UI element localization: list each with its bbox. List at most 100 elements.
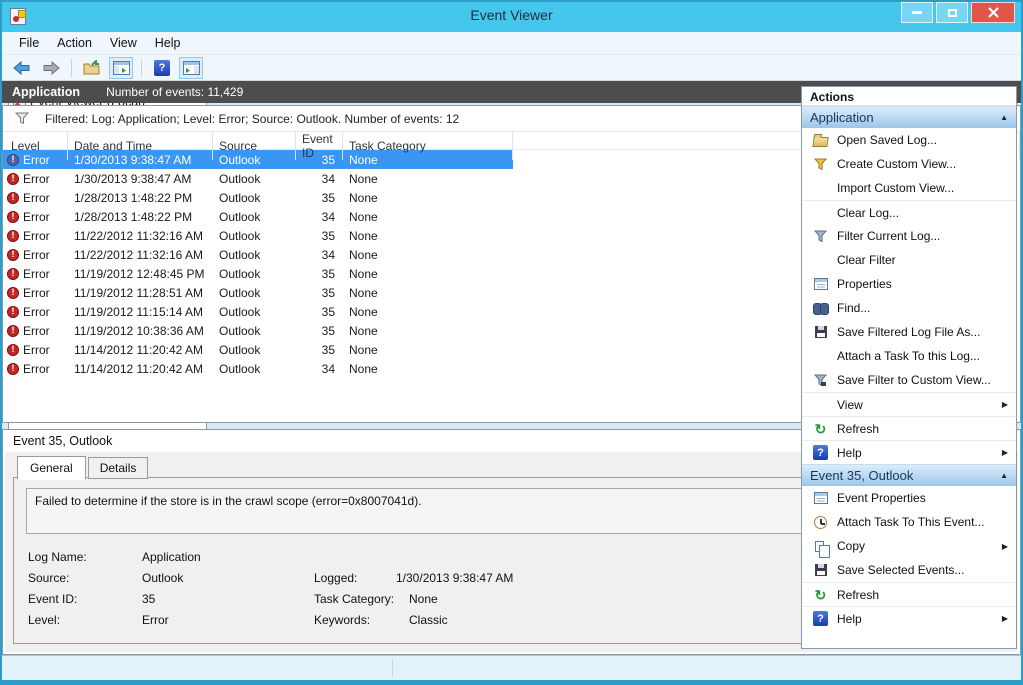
open-folder-icon [812,137,828,147]
submenu-arrow-icon: ▶ [1002,400,1016,409]
tab-details[interactable]: Details [88,457,149,479]
action-open-saved-log[interactable]: Open Saved Log... [802,128,1016,152]
event-id-label: Event ID: [28,592,77,606]
action-save-filter-to-custom-view[interactable]: Save Filter to Custom View... [802,368,1016,392]
help-icon: ? [154,60,170,76]
action-import-custom-view[interactable]: Import Custom View... [802,176,1016,200]
action-event-properties[interactable]: Event Properties [802,486,1016,510]
action-attach-task-to-log[interactable]: Attach a Task To this Log... [802,344,1016,368]
log-title: Application [12,85,80,99]
refresh-icon: ↻ [815,588,827,602]
menubar: File Action View Help [2,32,1021,55]
action-refresh[interactable]: ↻ Refresh [802,416,1016,440]
task-category-value: None [409,592,438,606]
close-icon [988,7,999,18]
error-icon: ! [7,344,19,356]
actions-section-event[interactable]: Event 35, Outlook ▲ [802,464,1016,486]
submenu-arrow-icon: ▶ [1002,542,1016,551]
help-button[interactable]: ? [150,57,174,79]
error-icon: ! [7,154,19,166]
action-create-custom-view[interactable]: Create Custom View... [802,152,1016,176]
forward-button[interactable] [39,57,63,79]
error-icon: ! [7,230,19,242]
error-icon: ! [7,211,19,223]
error-icon: ! [7,173,19,185]
source-value: Outlook [142,571,183,585]
error-icon: ! [7,268,19,280]
action-clear-filter[interactable]: Clear Filter [802,248,1016,272]
event-viewer-window: Event Viewer File Action View Help [0,0,1023,685]
error-icon: ! [7,249,19,261]
maximize-icon [948,9,957,17]
actions-section-application[interactable]: Application ▲ [802,106,1016,128]
funnel-icon [814,158,827,171]
workspace: Event Viewer (Local) ▷ Custom Views ◢ Wi… [2,81,1021,655]
toolbar: ? [2,55,1021,81]
action-copy[interactable]: Copy ▶ [802,534,1016,558]
window-title: Event Viewer [2,7,1021,23]
keywords-label: Keywords: [314,613,370,627]
toolbar-separator [141,59,142,77]
action-save-filtered-log[interactable]: Save Filtered Log File As... [802,320,1016,344]
event-id-value: 35 [142,592,155,606]
filter-funnel-icon [15,112,29,125]
show-action-pane-button[interactable] [179,57,203,79]
collapse-section-icon[interactable]: ▲ [1000,113,1008,122]
task-category-label: Task Category: [314,592,394,606]
show-console-tree-button[interactable] [109,57,133,79]
properties-icon [814,278,828,290]
action-attach-task-to-event[interactable]: Attach Task To This Event... [802,510,1016,534]
preview-tabs: General Details [17,455,148,479]
error-icon: ! [7,363,19,375]
action-view[interactable]: View ▶ [802,392,1016,416]
properties-icon [814,492,828,504]
error-icon: ! [7,192,19,204]
funnel-icon [814,230,827,243]
tab-general[interactable]: General [17,456,86,480]
maximize-button[interactable] [936,2,968,23]
titlebar: Event Viewer [2,2,1021,32]
action-help-event[interactable]: ? Help ▶ [802,606,1016,630]
help-icon: ? [813,445,828,460]
save-icon [815,564,827,576]
action-filter-current-log[interactable]: Filter Current Log... [802,224,1016,248]
status-bar-divider [392,659,393,677]
error-icon: ! [7,287,19,299]
menu-file[interactable]: File [10,33,48,53]
error-icon: ! [7,306,19,318]
menu-view[interactable]: View [101,33,146,53]
help-icon: ? [813,611,828,626]
export-log-button[interactable] [80,57,104,79]
menu-help[interactable]: Help [146,33,190,53]
action-help[interactable]: ? Help ▶ [802,440,1016,464]
submenu-arrow-icon: ▶ [1002,614,1016,623]
action-pane-icon [183,61,200,75]
back-icon [13,61,31,75]
events-count: Number of events: 11,429 [106,85,243,99]
keywords-value: Classic [409,613,448,627]
close-button[interactable] [971,2,1015,23]
minimize-icon [912,11,922,14]
logged-value: 1/30/2013 9:38:47 AM [396,571,513,585]
action-clear-log[interactable]: Clear Log... [802,200,1016,224]
action-properties[interactable]: Properties [802,272,1016,296]
forward-icon [42,61,60,75]
minimize-button[interactable] [901,2,933,23]
funnel-save-icon [814,374,827,387]
action-save-selected-events[interactable]: Save Selected Events... [802,558,1016,582]
log-name-value: Application [142,550,201,564]
collapse-section-icon[interactable]: ▲ [1000,471,1008,480]
menu-action[interactable]: Action [48,33,101,53]
console-tree-icon [113,61,130,75]
status-bar [2,655,1021,680]
action-find[interactable]: Find... [802,296,1016,320]
action-refresh-event[interactable]: ↻ Refresh [802,582,1016,606]
level-label: Level: [28,613,60,627]
source-label: Source: [28,571,69,585]
log-name-label: Log Name: [28,550,87,564]
error-icon: ! [7,325,19,337]
logged-label: Logged: [314,571,357,585]
back-button[interactable] [10,57,34,79]
open-saved-log-icon [83,60,101,75]
binoculars-icon [813,302,829,314]
